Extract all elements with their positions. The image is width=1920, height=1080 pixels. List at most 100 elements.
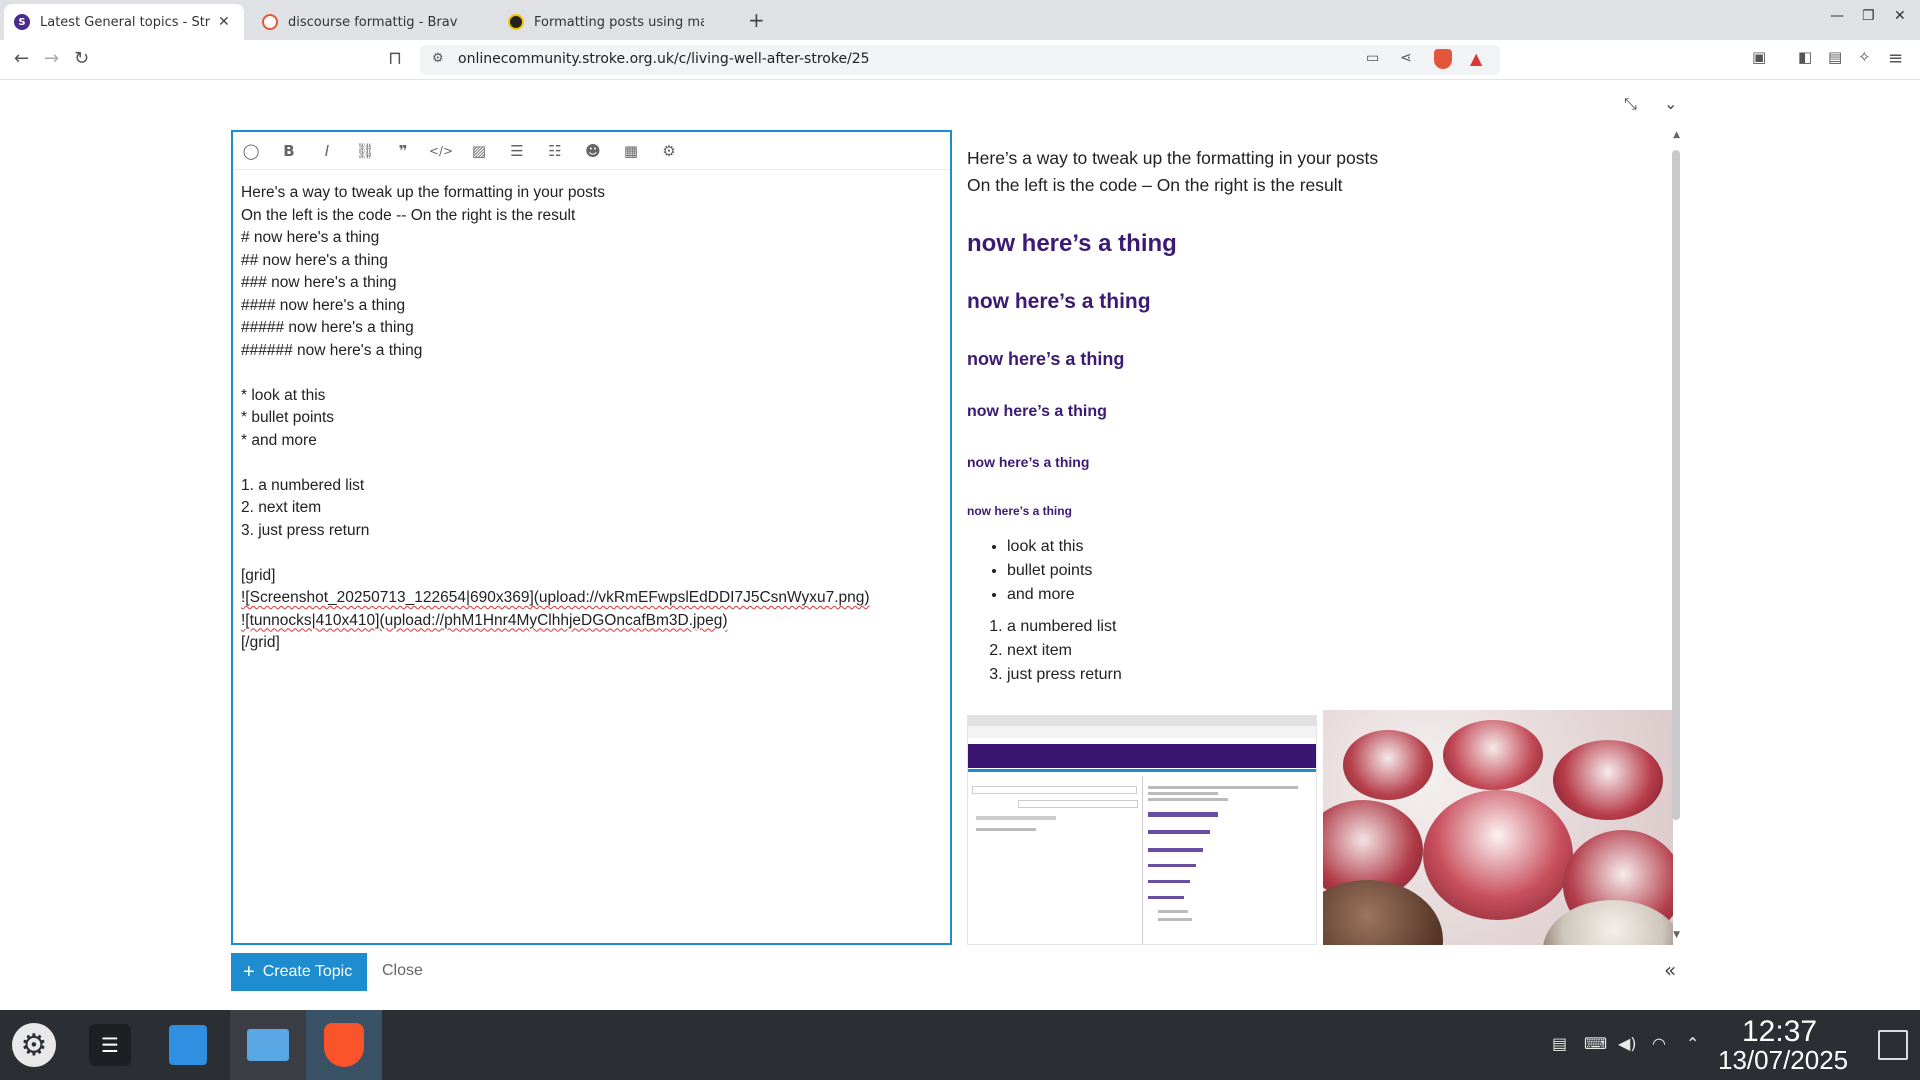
mini-category-field — [1018, 800, 1138, 808]
tab-title: discourse formattig - Brave Se — [288, 14, 458, 30]
preview-numbered-list: a numbered list next item just press ret… — [967, 615, 1122, 687]
mini-heading — [1148, 830, 1210, 834]
wifi-icon[interactable]: ◠ — [1652, 1034, 1666, 1053]
clock-date[interactable]: 13/07/2025 — [1718, 1045, 1848, 1076]
blockquote-icon[interactable]: ❞ — [393, 141, 413, 161]
editor-line: * and more — [241, 431, 317, 449]
preview-screenshot-image[interactable] — [967, 715, 1317, 945]
preview-h2: now here’s a thing — [967, 290, 1151, 313]
back-icon[interactable]: ← — [14, 48, 29, 69]
scroll-up-icon[interactable]: ▲ — [1673, 130, 1680, 140]
editor-line: ​ — [241, 542, 942, 565]
clock-time[interactable]: 12:37 — [1742, 1015, 1817, 1049]
preview-h4: now here’s a thing — [967, 403, 1107, 420]
new-tab-icon[interactable]: + — [748, 8, 765, 32]
address-bar[interactable]: ⚙ onlinecommunity.stroke.org.uk/c/living… — [420, 45, 1500, 75]
close-icon[interactable]: ✕ — [218, 14, 230, 30]
bullet-list-icon[interactable]: ☰ — [507, 141, 527, 161]
minimize-composer-icon[interactable]: ⤡ — [1624, 94, 1637, 114]
reader-mode-icon[interactable]: ▣ — [1752, 48, 1766, 66]
quote-post-icon[interactable]: ◯ — [241, 141, 261, 161]
mini-text — [1148, 798, 1228, 801]
preview-tunnocks-image[interactable] — [1323, 710, 1673, 945]
cast-icon[interactable]: ▭ — [1366, 50, 1379, 66]
mini-heading — [1148, 896, 1184, 899]
editor-line: ### now here's a thing — [241, 274, 397, 291]
code-icon[interactable]: </> — [429, 141, 453, 161]
mini-title-field — [972, 786, 1137, 794]
editor-line: 1. a numbered list — [241, 476, 365, 494]
restore-icon[interactable]: ❐ — [1862, 8, 1875, 24]
volume-icon[interactable]: ◀) — [1618, 1034, 1637, 1053]
preview-intro-line: Here’s a way to tweak up the formatting … — [967, 148, 1379, 168]
file-manager-icon[interactable] — [230, 1010, 306, 1080]
bookmark-icon[interactable]: ⊓ — [388, 48, 402, 69]
editor-line: ###### now here's a thing — [241, 341, 423, 359]
mini-text — [976, 828, 1036, 831]
scroll-down-icon[interactable]: ▼ — [1673, 930, 1680, 940]
image-upload-icon[interactable]: ▨ — [469, 141, 489, 161]
browser-toolbar: ← → ↻ ⊓ ⚙ onlinecommunity.stroke.org.uk/… — [0, 40, 1920, 80]
url-text: onlinecommunity.stroke.org.uk/c/living-w… — [458, 51, 870, 67]
toggle-preview-icon[interactable]: « — [1664, 958, 1676, 982]
tab-latest-topics[interactable]: S Latest General topics - Str ✕ — [4, 4, 244, 40]
leo-ai-icon[interactable]: ✧ — [1858, 48, 1871, 66]
mini-header — [968, 744, 1316, 768]
tab-formatting-posts[interactable]: Formatting posts using markd — [498, 4, 738, 40]
mini-accent — [968, 769, 1316, 772]
keyboard-icon[interactable]: ⌨ — [1584, 1034, 1607, 1053]
italic-icon[interactable]: I — [317, 141, 337, 161]
clipboard-icon[interactable]: ▤ — [1552, 1034, 1567, 1053]
composer-textarea[interactable]: Here's a way to tweak up the formatting … — [233, 170, 950, 667]
tab-title: Formatting posts using markd — [534, 14, 704, 30]
tray-expand-icon[interactable]: ⌃ — [1686, 1034, 1699, 1053]
minimize-icon[interactable]: — — [1830, 8, 1844, 24]
teacake-shape — [1553, 740, 1663, 820]
stroke-favicon-icon: S — [14, 14, 30, 30]
mini-heading — [1148, 864, 1196, 867]
reload-icon[interactable]: ↻ — [74, 48, 89, 69]
create-topic-label: Create Topic — [262, 963, 353, 980]
link-icon[interactable]: ⛓ — [355, 141, 375, 161]
site-settings-icon[interactable]: ⚙ — [432, 51, 444, 66]
mini-text — [1148, 792, 1218, 795]
system-settings-icon[interactable]: ☰ — [78, 1010, 142, 1080]
editor-line: ##### now here's a thing — [241, 319, 414, 336]
show-desktop-button[interactable] — [1878, 1030, 1908, 1060]
brave-browser-icon[interactable] — [306, 1010, 382, 1080]
editor-line: [/grid] — [241, 634, 280, 651]
tab-strip: S Latest General topics - Str ✕ discours… — [0, 0, 1920, 40]
preview-scrollbar[interactable] — [1672, 150, 1680, 820]
editor-line: 2. next item — [241, 499, 322, 516]
app-launcher-icon[interactable]: ⚙ — [2, 1010, 66, 1080]
editor-line: On the left is the code -- On the right … — [241, 206, 576, 224]
bold-icon[interactable]: B — [279, 141, 299, 161]
brave-rewards-icon[interactable]: ▲ — [1470, 49, 1482, 68]
mini-addressbar — [968, 726, 1316, 738]
teacake-shape — [1423, 790, 1573, 920]
teacake-chocolate-shape — [1323, 880, 1443, 945]
preview-h5: now here’s a thing — [967, 454, 1090, 470]
calendar-icon[interactable]: ▦ — [621, 141, 641, 161]
mini-toolbar — [976, 816, 1056, 820]
share-icon[interactable]: ⋖ — [1400, 50, 1412, 66]
collapse-composer-icon[interactable]: ⌄ — [1664, 94, 1677, 113]
taskbar: ⚙ ☰ ▤ ⌨ ◀) ◠ ⌃ — [0, 1010, 1920, 1080]
editor-line: ​ — [241, 452, 942, 475]
menu-icon[interactable]: ≡ — [1888, 48, 1903, 69]
forward-icon[interactable]: → — [44, 48, 59, 69]
create-topic-button[interactable]: + Create Topic — [231, 953, 367, 991]
brave-shields-icon[interactable] — [1434, 49, 1452, 69]
window-close-icon[interactable]: ✕ — [1894, 8, 1906, 24]
teacake-shape — [1443, 720, 1543, 790]
gear-icon[interactable]: ⚙ — [659, 141, 679, 161]
discover-store-icon[interactable] — [156, 1010, 220, 1080]
wallet-icon[interactable]: ▤ — [1828, 48, 1842, 66]
numbered-list-icon[interactable]: ☷ — [545, 141, 565, 161]
editor-line: 3. just press return — [241, 521, 370, 539]
sidebar-icon[interactable]: ◧ — [1798, 48, 1812, 66]
tab-brave-search[interactable]: discourse formattig - Brave Se — [252, 4, 492, 40]
emoji-icon[interactable]: ☻ — [583, 141, 603, 161]
close-button[interactable]: Close — [382, 962, 423, 980]
editor-line: ![Screenshot_20250713_122654|690x369](up… — [241, 589, 870, 606]
